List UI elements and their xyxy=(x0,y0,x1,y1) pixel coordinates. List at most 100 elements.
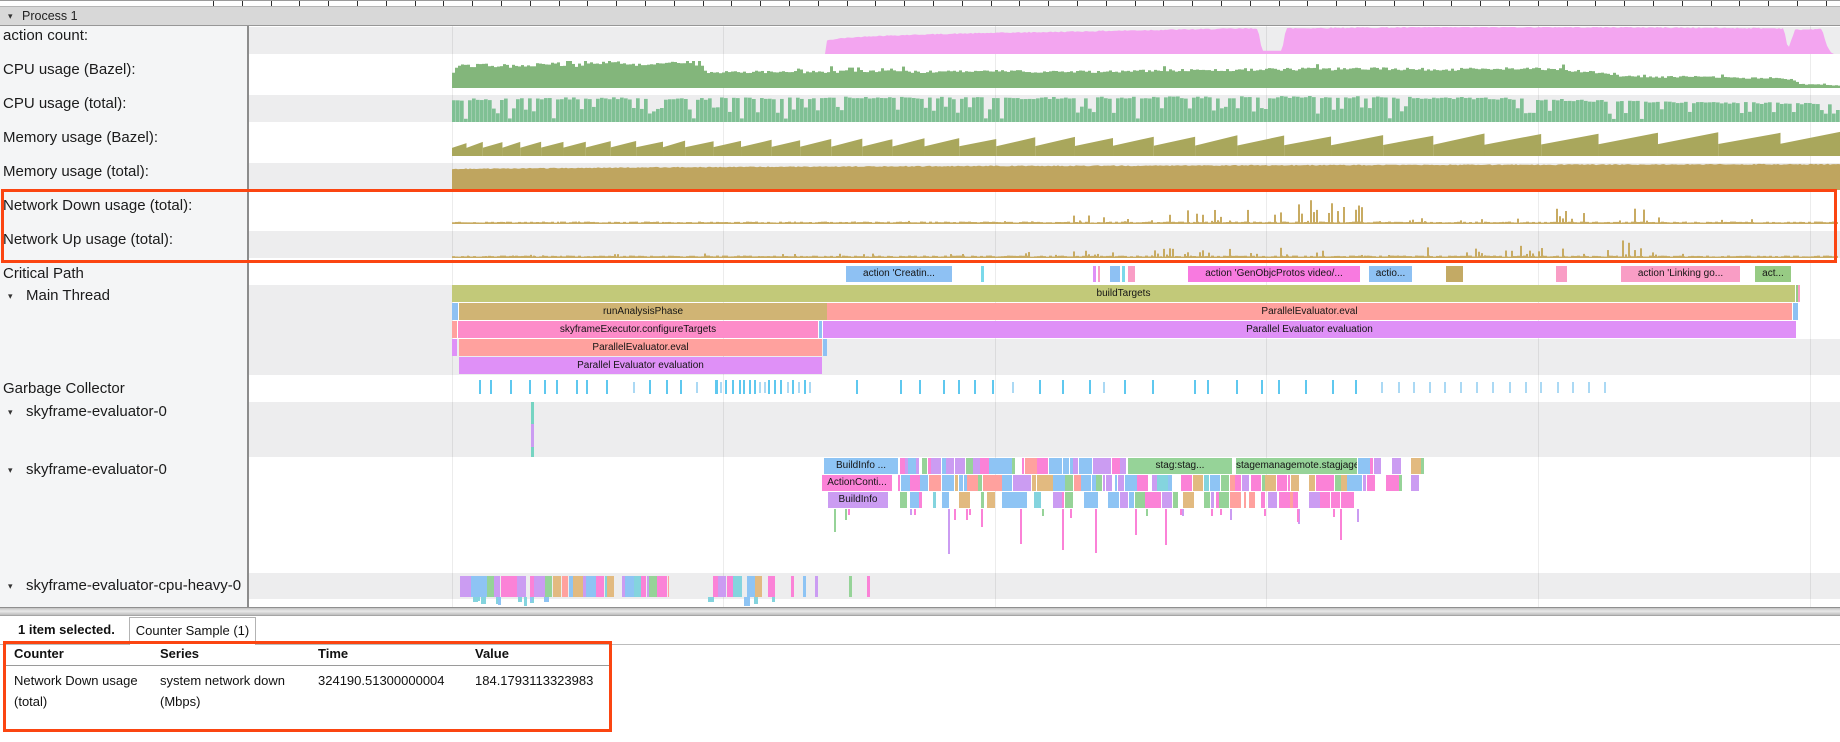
counter-chart-cpu_bazel[interactable] xyxy=(249,61,1840,88)
evaluator-span[interactable] xyxy=(1219,492,1229,508)
evaluator-span[interactable] xyxy=(989,458,998,474)
evaluator-span[interactable] xyxy=(1073,458,1078,474)
evaluator-span[interactable]: BuildInfo xyxy=(828,492,888,508)
evaluator-span[interactable] xyxy=(1108,492,1119,508)
gc-event-tick[interactable] xyxy=(1381,382,1383,393)
evaluator-call-tail[interactable] xyxy=(1135,509,1137,535)
gc-event-tick[interactable] xyxy=(1089,380,1091,394)
gc-event-tick[interactable] xyxy=(716,380,718,394)
evaluator-span[interactable] xyxy=(1012,458,1014,474)
evaluator-span[interactable] xyxy=(1049,458,1062,474)
critical-path-span[interactable] xyxy=(1093,266,1096,282)
gc-event-tick[interactable] xyxy=(992,380,994,394)
evaluator-span[interactable] xyxy=(978,475,982,491)
evaluator-span[interactable] xyxy=(1265,475,1276,491)
evaluator-call-tail[interactable] xyxy=(1042,509,1044,516)
evaluator-span[interactable] xyxy=(983,475,993,491)
evaluator-span[interactable] xyxy=(1251,475,1261,491)
evaluator-call-tail[interactable] xyxy=(948,509,950,554)
evaluator-call-tail[interactable] xyxy=(1070,509,1072,518)
cpu-heavy-span[interactable] xyxy=(586,576,596,597)
cpu-heavy-span[interactable] xyxy=(849,576,852,597)
evaluator-span[interactable] xyxy=(1230,492,1242,508)
evaluator-span[interactable] xyxy=(1363,475,1366,491)
main-thread-span[interactable] xyxy=(1798,285,1800,302)
cpu-heavy-subspan[interactable] xyxy=(475,597,480,601)
evaluator-span[interactable] xyxy=(955,458,966,474)
evaluator-call-tail[interactable] xyxy=(1264,509,1266,516)
gc-event-tick[interactable] xyxy=(720,382,722,393)
evaluator-span[interactable] xyxy=(900,458,905,474)
evaluator-span[interactable] xyxy=(1079,458,1092,474)
evaluator-call-tail[interactable] xyxy=(1095,509,1097,553)
critical-path-span[interactable] xyxy=(1122,266,1125,282)
main-thread-span[interactable] xyxy=(823,339,827,356)
critical-path-span[interactable]: action 'GenObjcProtos video/... xyxy=(1188,266,1360,282)
main-thread-span[interactable]: Parallel Evaluator evaluation xyxy=(823,321,1796,338)
gc-event-tick[interactable] xyxy=(1429,382,1431,393)
evaluator-span[interactable] xyxy=(1319,475,1329,491)
evaluator-span[interactable] xyxy=(1291,475,1299,491)
gc-event-tick[interactable] xyxy=(1305,380,1307,394)
evaluator-span[interactable] xyxy=(959,475,964,491)
evaluator-span[interactable] xyxy=(967,475,977,491)
evaluator-span[interactable] xyxy=(999,458,1012,474)
evaluator-span[interactable] xyxy=(1230,475,1235,491)
evaluator-span[interactable] xyxy=(1341,475,1346,491)
evaluator-span[interactable] xyxy=(1129,492,1135,508)
cpu-heavy-subspan[interactable] xyxy=(498,597,501,605)
critical-path-span[interactable] xyxy=(981,266,984,282)
evaluator-span[interactable] xyxy=(1120,458,1126,474)
cpu-heavy-span[interactable] xyxy=(718,576,726,597)
critical-path-span[interactable]: action 'Creatin... xyxy=(846,266,952,282)
evaluator-span[interactable] xyxy=(1173,492,1178,508)
evaluator-span[interactable] xyxy=(919,492,921,508)
evaluator-span[interactable] xyxy=(1277,475,1288,491)
cpu-heavy-span[interactable] xyxy=(733,576,742,597)
evaluator-span[interactable] xyxy=(1341,492,1355,508)
evaluator-span[interactable] xyxy=(1421,458,1424,474)
evaluator-span[interactable] xyxy=(922,458,928,474)
evaluator-span[interactable] xyxy=(1309,492,1320,508)
evaluator-span[interactable] xyxy=(1221,475,1230,491)
gc-event-tick[interactable] xyxy=(1124,380,1126,394)
evaluator-span[interactable] xyxy=(1411,475,1419,491)
evaluator-span[interactable] xyxy=(1025,475,1031,491)
gc-event-tick[interactable] xyxy=(856,380,858,394)
main-thread-span[interactable] xyxy=(1793,303,1798,320)
evaluator-call-tail[interactable] xyxy=(969,509,971,515)
gc-event-tick[interactable] xyxy=(743,380,745,394)
evaluator-span[interactable] xyxy=(1204,492,1210,508)
gc-event-tick[interactable] xyxy=(787,382,789,393)
gc-event-tick[interactable] xyxy=(1604,382,1606,393)
cpu-heavy-span[interactable] xyxy=(634,576,640,597)
cpu-heavy-span[interactable] xyxy=(727,576,733,597)
evaluator-span[interactable] xyxy=(1025,458,1037,474)
gc-event-tick[interactable] xyxy=(774,380,776,394)
evaluator-span[interactable] xyxy=(1112,458,1120,474)
gc-event-tick[interactable] xyxy=(1444,382,1446,393)
evaluator-span[interactable] xyxy=(1014,492,1027,508)
gc-event-tick[interactable] xyxy=(958,380,960,394)
evaluator-call-tail[interactable] xyxy=(914,509,916,515)
gc-event-tick[interactable] xyxy=(544,380,546,394)
evaluator-call-tail[interactable] xyxy=(954,509,956,520)
gc-event-tick[interactable] xyxy=(1476,382,1478,393)
evaluator-span[interactable] xyxy=(1268,492,1277,508)
cpu-heavy-span[interactable] xyxy=(625,576,634,597)
gc-event-tick[interactable] xyxy=(1572,382,1574,393)
cpu-heavy-span[interactable] xyxy=(791,576,794,597)
evaluator-span[interactable] xyxy=(993,475,1002,491)
gc-event-tick[interactable] xyxy=(1525,382,1527,393)
evaluator-span[interactable] xyxy=(1293,492,1298,508)
counter-chart-mem_total[interactable] xyxy=(249,163,1840,190)
counter-chart-action[interactable] xyxy=(249,27,1840,54)
evaluator-span[interactable] xyxy=(1399,475,1402,491)
collapse-arrow-icon[interactable]: ▾ xyxy=(8,7,13,26)
evaluator-span[interactable] xyxy=(1002,475,1012,491)
evaluator-call-tail[interactable] xyxy=(1230,509,1232,520)
evaluator-span[interactable] xyxy=(1040,475,1053,491)
critical-path-span[interactable] xyxy=(1556,266,1567,282)
main-thread-span[interactable]: ParallelEvaluator.eval xyxy=(459,339,822,356)
cpu-heavy-span[interactable] xyxy=(517,576,526,597)
